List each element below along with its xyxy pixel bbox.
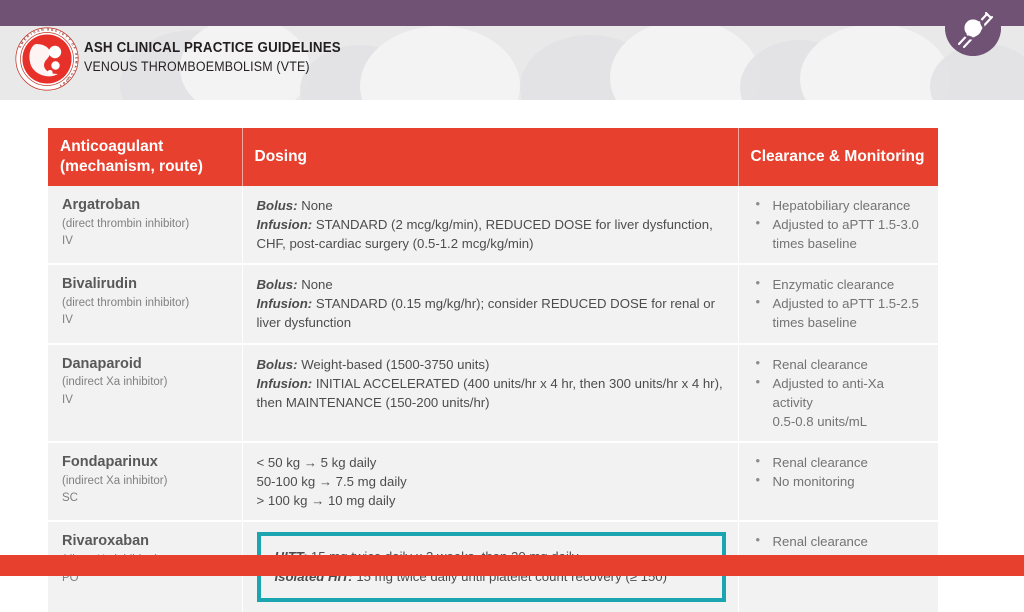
drug-route: SC bbox=[62, 492, 78, 505]
page-banner: A M E R I C A N S O C I E T Y O F H E M bbox=[0, 0, 1024, 100]
monitoring-list-item: Adjusted to aPTT 1.5-3.0 bbox=[753, 214, 927, 234]
drug-route: IV bbox=[62, 234, 73, 247]
drug-name: Argatroban bbox=[62, 196, 141, 213]
dosing-cell: Bolus: None Infusion: STANDARD (0.15 mg/k… bbox=[242, 264, 739, 345]
drug-route: IV bbox=[62, 393, 73, 406]
monitoring-list: Enzymatic clearanceAdjusted to aPTT 1.5-… bbox=[753, 274, 927, 332]
drug-cell: Argatroban (direct thrombin inhibitor) IV bbox=[48, 185, 243, 266]
monitoring-list: Hepatobiliary clearanceAdjusted to aPTT … bbox=[753, 195, 927, 253]
dosing-line-label: Bolus: bbox=[256, 197, 298, 213]
banner-texture-cell bbox=[610, 20, 760, 100]
drug-mechanism: (direct thrombin inhibitor) bbox=[62, 217, 190, 230]
dosing-cell: < 50 kg → 5 kg daily 50-100 kg → 7.5 mg d… bbox=[242, 442, 739, 523]
column-header-clearance-monitoring: Clearance & Monitoring bbox=[738, 128, 938, 186]
dosing-line-label: Infusion: bbox=[256, 296, 313, 312]
monitoring-cell: Enzymatic clearanceAdjusted to aPTT 1.5-… bbox=[738, 264, 938, 345]
table-row: Danaparoid (indirect Xa inhibitor) IV Bolus… bbox=[48, 343, 938, 444]
dosing-cell: Bolus: None Infusion: STANDARD (2 mcg/kg/… bbox=[242, 185, 739, 266]
dosing-line-label: Bolus: bbox=[256, 356, 298, 372]
column-header-anticoagulant-line1: Anticoagulant bbox=[60, 138, 164, 155]
monitoring-list-item: Renal clearance bbox=[753, 452, 927, 472]
dosing-line-text: None bbox=[297, 197, 333, 213]
table-row: Fondaparinux (indirect Xa inhibitor) SC < 5… bbox=[48, 442, 938, 523]
dosing-line: Bolus: Weight-based (1500-3750 units) bbox=[257, 355, 726, 374]
column-header-dosing: Dosing bbox=[242, 128, 739, 186]
drug-cell: Fondaparinux (indirect Xa inhibitor) SC bbox=[48, 442, 243, 523]
drug-mechanism: (indirect Xa inhibitor) bbox=[62, 376, 168, 389]
monitoring-list-item: Renal clearance bbox=[753, 531, 927, 551]
monitoring-list-item: Enzymatic clearance bbox=[753, 274, 927, 294]
svg-text:S: S bbox=[47, 27, 49, 31]
table-header-row: Anticoagulant (mechanism, route) Dosing … bbox=[48, 128, 938, 186]
page-title: ASH CLINICAL PRACTICE GUIDELINES bbox=[84, 40, 341, 56]
drug-name: Rivaroxaban bbox=[62, 533, 150, 550]
monitoring-list: Renal clearanceNo monitoring bbox=[753, 452, 927, 491]
dosing-line: < 50 kg → 5 kg daily bbox=[257, 453, 726, 472]
monitoring-list-item: Hepatobiliary clearance bbox=[753, 195, 927, 215]
dosing-line-label: Bolus: bbox=[256, 277, 298, 293]
dosing-line: Bolus: None bbox=[257, 196, 726, 215]
dosing-line-text: INITIAL ACCELERATED (400 units/hr x 4 hr… bbox=[256, 375, 723, 410]
dosing-line-label: Infusion: bbox=[256, 375, 313, 391]
page-subtitle: VENOUS THROMBOEMBOLISM (VTE) bbox=[84, 59, 310, 75]
dosing-cell: Bolus: Weight-based (1500-3750 units) Inf… bbox=[242, 343, 739, 444]
table-header: Anticoagulant (mechanism, route) Dosing … bbox=[48, 128, 938, 186]
dosing-line-text: STANDARD (0.15 mg/kg/hr); consider REDUC… bbox=[256, 296, 716, 331]
dosing-line: Infusion: STANDARD (0.15 mg/kg/hr); cons… bbox=[257, 294, 726, 332]
drug-mechanism: (indirect Xa inhibitor) bbox=[62, 474, 168, 487]
drug-cell: Danaparoid (indirect Xa inhibitor) IV bbox=[48, 343, 243, 444]
dosing-line-label: Infusion: bbox=[256, 216, 313, 232]
dosing-line-text: 50-100 kg → 7.5 mg daily bbox=[256, 474, 407, 490]
monitoring-list-item: 0.5-0.8 units/mL bbox=[772, 413, 868, 429]
drug-cell: Bivalirudin (direct thrombin inhibitor) IV bbox=[48, 264, 243, 345]
monitoring-cell: Renal clearanceAdjusted to anti-Xa activ… bbox=[738, 343, 938, 444]
dosing-line-text: Weight-based (1500-3750 units) bbox=[297, 356, 490, 372]
monitoring-list-item: Adjusted to anti-Xa activity bbox=[753, 373, 927, 412]
monitoring-list-item: Adjusted to aPTT 1.5-2.5 bbox=[753, 293, 927, 313]
drug-name: Danaparoid bbox=[62, 355, 142, 372]
monitoring-list-item: times baseline bbox=[772, 315, 857, 331]
footer-bar bbox=[0, 555, 1024, 576]
drug-name: Bivalirudin bbox=[62, 276, 137, 293]
column-header-anticoagulant-line2: (mechanism, route) bbox=[60, 157, 203, 175]
monitoring-cell: Renal clearanceNo monitoring bbox=[738, 442, 938, 523]
dosing-line-text: < 50 kg → 5 kg daily bbox=[256, 455, 377, 471]
anticoagulant-table: Anticoagulant (mechanism, route) Dosing … bbox=[48, 128, 938, 612]
monitoring-list-item: Renal clearance bbox=[753, 353, 927, 374]
dosing-line: 50-100 kg → 7.5 mg daily bbox=[257, 472, 726, 491]
monitoring-list-item: times baseline bbox=[772, 235, 857, 251]
dosing-line-text: > 100 kg → 10 mg daily bbox=[256, 493, 396, 509]
dosing-line-text: STANDARD (2 mcg/kg/min), REDUCED DOSE fo… bbox=[256, 216, 713, 251]
svg-text:®: ® bbox=[67, 76, 70, 81]
monitoring-list: Renal clearanceAdjusted to anti-Xa activ… bbox=[753, 353, 927, 432]
monitoring-list-item: No monitoring bbox=[753, 471, 927, 491]
dosing-line: Infusion: INITIAL ACCELERATED (400 units… bbox=[257, 374, 726, 412]
svg-text:E: E bbox=[74, 57, 78, 59]
banner-title-block: ASH CLINICAL PRACTICE GUIDELINES VENOUS … bbox=[84, 40, 363, 75]
banner-texture-cell bbox=[800, 24, 950, 100]
monitoring-cell: Hepatobiliary clearanceAdjusted to aPTT … bbox=[738, 185, 938, 266]
dosing-line: > 100 kg → 10 mg daily bbox=[257, 491, 726, 510]
column-header-anticoagulant: Anticoagulant (mechanism, route) bbox=[48, 128, 243, 186]
dosing-line: Bolus: None bbox=[257, 275, 726, 294]
ash-logo: A M E R I C A N S O C I E T Y O F H E M bbox=[14, 26, 80, 92]
dosing-line: Infusion: STANDARD (2 mcg/kg/min), REDUC… bbox=[257, 215, 726, 253]
cell-needle-icon bbox=[945, 0, 1001, 56]
table-row: Bivalirudin (direct thrombin inhibitor) IV… bbox=[48, 264, 938, 345]
drug-mechanism: (direct thrombin inhibitor) bbox=[62, 296, 190, 309]
drug-route: IV bbox=[62, 314, 73, 327]
banner-purple-strip bbox=[0, 0, 1024, 26]
dosing-line-text: None bbox=[297, 277, 333, 293]
banner-texture-cell bbox=[360, 26, 520, 100]
table-body: Argatroban (direct thrombin inhibitor) IV B… bbox=[48, 185, 938, 612]
drug-name: Fondaparinux bbox=[62, 454, 158, 471]
table-row: Argatroban (direct thrombin inhibitor) IV B… bbox=[48, 185, 938, 266]
